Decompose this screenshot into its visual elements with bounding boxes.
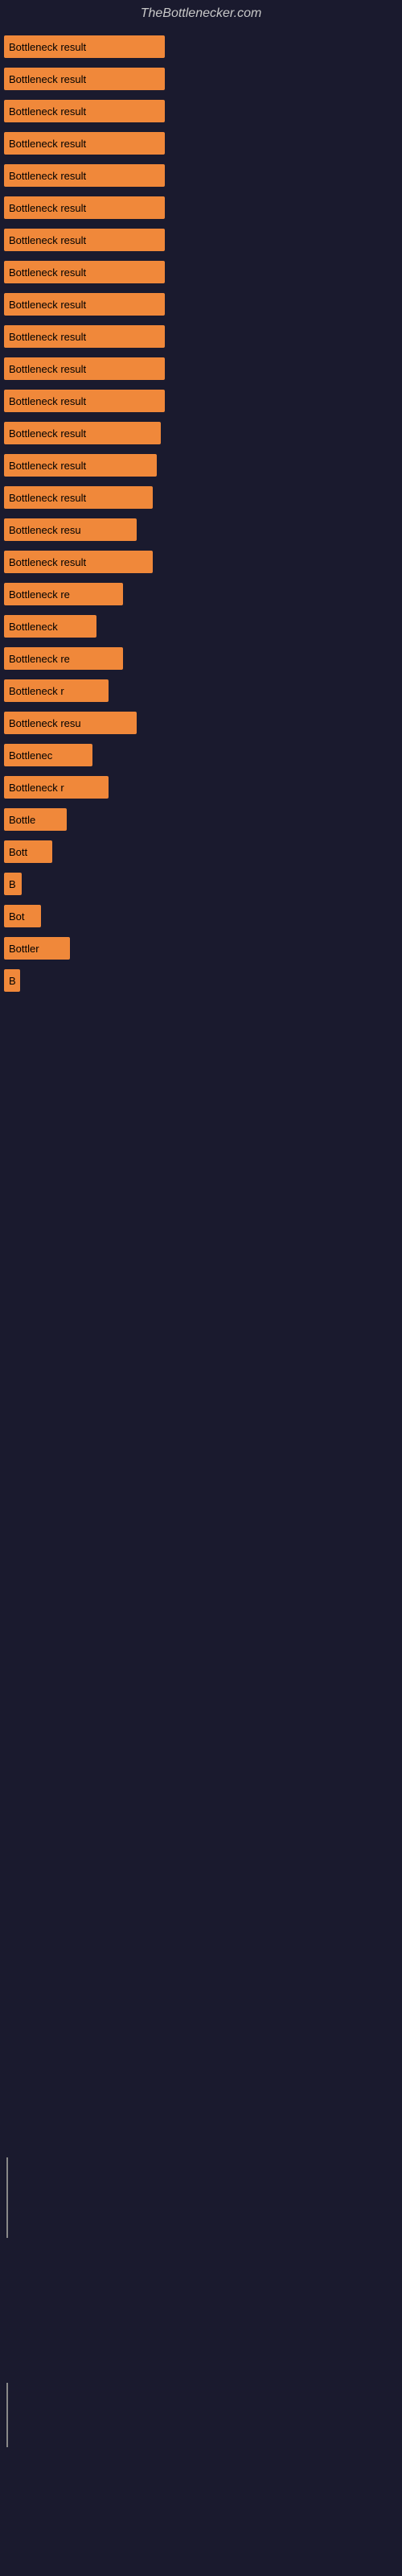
bar-row: Bot bbox=[4, 905, 398, 927]
bottleneck-bar[interactable]: Bottleneck result bbox=[4, 325, 165, 348]
bar-row: Bottleneck result bbox=[4, 132, 398, 155]
bar-label: Bot bbox=[9, 910, 25, 923]
bar-row: Bottleneck re bbox=[4, 583, 398, 605]
bottleneck-bar[interactable]: Bottleneck result bbox=[4, 229, 165, 251]
bottleneck-bar[interactable]: B bbox=[4, 873, 22, 895]
bar-row: Bottleneck result bbox=[4, 422, 398, 444]
bar-row: Bott bbox=[4, 840, 398, 863]
bottleneck-bar[interactable]: Bottleneck r bbox=[4, 679, 109, 702]
bar-row: Bottleneck result bbox=[4, 357, 398, 380]
bar-row: Bottleneck resu bbox=[4, 518, 398, 541]
bar-row: Bottleneck re bbox=[4, 647, 398, 670]
bottleneck-bar[interactable]: Bottlenec bbox=[4, 744, 92, 766]
bar-row: Bottleneck result bbox=[4, 551, 398, 573]
bar-label: Bottleneck result bbox=[9, 427, 86, 440]
bottleneck-bar[interactable]: Bottleneck re bbox=[4, 647, 123, 670]
bar-label: Bottleneck result bbox=[9, 492, 86, 504]
bar-label: Bottleneck result bbox=[9, 138, 86, 150]
bar-label: B bbox=[9, 878, 16, 890]
bar-label: Bottleneck resu bbox=[9, 717, 81, 729]
bottleneck-bar[interactable]: Bott bbox=[4, 840, 52, 863]
bottleneck-bar[interactable]: Bottleneck resu bbox=[4, 712, 137, 734]
bottleneck-bar[interactable]: Bottleneck result bbox=[4, 551, 153, 573]
bottleneck-bar[interactable]: Bottleneck result bbox=[4, 132, 165, 155]
vertical-line-2 bbox=[6, 2383, 8, 2447]
bar-label: Bottler bbox=[9, 943, 39, 955]
bottleneck-bar[interactable]: Bottleneck resu bbox=[4, 518, 137, 541]
bar-row: Bottleneck r bbox=[4, 679, 398, 702]
bar-label: Bottleneck result bbox=[9, 460, 86, 472]
bottleneck-bar[interactable]: Bottle bbox=[4, 808, 67, 831]
bar-row: B bbox=[4, 873, 398, 895]
bottleneck-bar[interactable]: Bottleneck re bbox=[4, 583, 123, 605]
bar-row: Bottleneck result bbox=[4, 229, 398, 251]
bar-label: Bottleneck result bbox=[9, 331, 86, 343]
bar-row: Bottleneck result bbox=[4, 68, 398, 90]
bar-row: B bbox=[4, 969, 398, 992]
bar-label: Bottleneck r bbox=[9, 685, 64, 697]
bar-label: Bottleneck r bbox=[9, 782, 64, 794]
bar-label: Bott bbox=[9, 846, 27, 858]
bottleneck-bar[interactable]: Bottleneck result bbox=[4, 454, 157, 477]
bottleneck-bar[interactable]: Bottleneck result bbox=[4, 293, 165, 316]
bar-row: Bottleneck result bbox=[4, 196, 398, 219]
bar-label: Bottleneck re bbox=[9, 653, 70, 665]
bar-label: Bottlenec bbox=[9, 749, 52, 762]
bar-label: Bottleneck result bbox=[9, 395, 86, 407]
bar-label: Bottleneck result bbox=[9, 170, 86, 182]
bar-label: Bottle bbox=[9, 814, 35, 826]
bar-row: Bottleneck result bbox=[4, 325, 398, 348]
site-title: TheBottlenecker.com bbox=[0, 0, 402, 27]
bar-row: Bottleneck resu bbox=[4, 712, 398, 734]
bar-label: Bottleneck result bbox=[9, 363, 86, 375]
bars-container: Bottleneck result Bottleneck result Bottle… bbox=[0, 27, 402, 1331]
bar-row: Bottleneck result bbox=[4, 486, 398, 509]
bar-row: Bottleneck result bbox=[4, 261, 398, 283]
bottleneck-bar[interactable]: Bot bbox=[4, 905, 41, 927]
bar-label: Bottleneck result bbox=[9, 105, 86, 118]
bottleneck-bar[interactable]: Bottleneck result bbox=[4, 100, 165, 122]
bottleneck-bar[interactable]: Bottleneck r bbox=[4, 776, 109, 799]
bottleneck-bar[interactable]: Bottleneck result bbox=[4, 486, 153, 509]
bar-row: Bottleneck result bbox=[4, 100, 398, 122]
bar-row: Bottleneck result bbox=[4, 35, 398, 58]
bar-label: Bottleneck resu bbox=[9, 524, 81, 536]
bar-row: Bottleneck result bbox=[4, 293, 398, 316]
vertical-line-1 bbox=[6, 2157, 8, 2238]
bar-label: Bottleneck result bbox=[9, 73, 86, 85]
bottleneck-bar[interactable]: Bottleneck result bbox=[4, 196, 165, 219]
bar-label: Bottleneck result bbox=[9, 41, 86, 53]
bar-label: Bottleneck result bbox=[9, 299, 86, 311]
bar-row: Bottleneck bbox=[4, 615, 398, 638]
bar-row: Bottleneck r bbox=[4, 776, 398, 799]
bottleneck-bar[interactable]: Bottleneck result bbox=[4, 35, 165, 58]
bottleneck-bar[interactable]: Bottleneck result bbox=[4, 261, 165, 283]
bottleneck-bar[interactable]: Bottleneck bbox=[4, 615, 96, 638]
bar-label: Bottleneck re bbox=[9, 588, 70, 601]
bottleneck-bar[interactable]: Bottleneck result bbox=[4, 422, 161, 444]
bottleneck-bar[interactable]: Bottler bbox=[4, 937, 70, 960]
bar-label: Bottleneck result bbox=[9, 266, 86, 279]
bar-label: Bottleneck result bbox=[9, 202, 86, 214]
bottleneck-bar[interactable]: Bottleneck result bbox=[4, 68, 165, 90]
bar-label: B bbox=[9, 975, 16, 987]
bar-row: Bottler bbox=[4, 937, 398, 960]
bar-label: Bottleneck result bbox=[9, 556, 86, 568]
bar-row: Bottle bbox=[4, 808, 398, 831]
bottleneck-bar[interactable]: Bottleneck result bbox=[4, 357, 165, 380]
bar-label: Bottleneck result bbox=[9, 234, 86, 246]
bottleneck-bar[interactable]: B bbox=[4, 969, 20, 992]
bar-row: Bottleneck result bbox=[4, 390, 398, 412]
bottleneck-bar[interactable]: Bottleneck result bbox=[4, 390, 165, 412]
bar-row: Bottleneck result bbox=[4, 454, 398, 477]
bar-row: Bottlenec bbox=[4, 744, 398, 766]
bottleneck-bar[interactable]: Bottleneck result bbox=[4, 164, 165, 187]
bar-label: Bottleneck bbox=[9, 621, 58, 633]
bar-row: Bottleneck result bbox=[4, 164, 398, 187]
